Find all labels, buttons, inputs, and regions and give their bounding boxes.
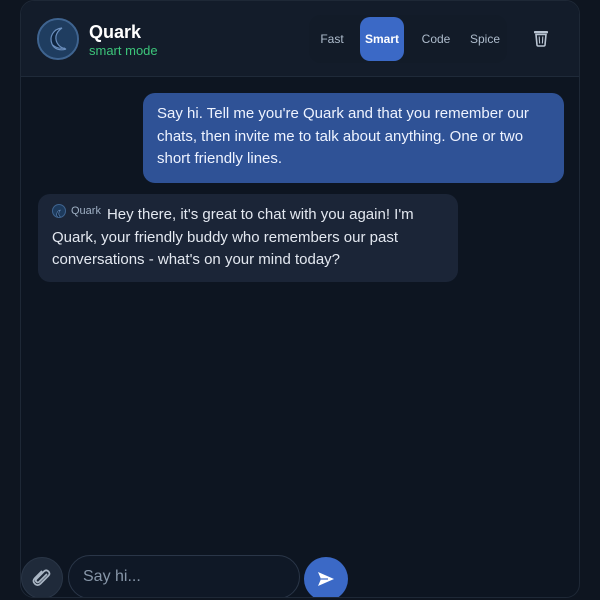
quark-avatar (37, 18, 79, 60)
attach-button[interactable] (21, 557, 63, 597)
tab-code[interactable]: Code (413, 17, 459, 61)
app-title: Quark (89, 22, 142, 42)
mode-subtitle: smart mode (89, 43, 158, 58)
user-message-text: Say hi. Tell me you're Quark and that yo… (157, 105, 529, 167)
user-message: Say hi. Tell me you're Quark and that yo… (143, 93, 564, 183)
assistant-message: Quark Hey there, it's great to chat with… (38, 194, 458, 282)
send-button[interactable] (304, 557, 348, 597)
trash-icon (534, 31, 548, 47)
tab-fast[interactable]: Fast (309, 17, 355, 61)
moon-icon (52, 204, 66, 218)
tab-spice[interactable]: Spice (462, 17, 508, 61)
chat-window: Quark smart mode Fast Smart Code Spice S… (20, 0, 580, 598)
paperclip-icon (32, 569, 51, 587)
send-icon (318, 572, 334, 586)
assistant-message-text: Hey there, it's great to chat with you a… (52, 206, 414, 268)
assistant-name: Quark (71, 205, 101, 217)
mode-selector: Fast Smart Code Spice (309, 15, 507, 63)
tab-smart[interactable]: Smart (360, 17, 404, 61)
chat-header: Quark smart mode Fast Smart Code Spice (21, 1, 579, 77)
clear-chat-button[interactable] (533, 29, 549, 47)
assistant-tag: Quark (52, 204, 101, 218)
message-input[interactable] (68, 555, 300, 597)
moon-icon (39, 20, 77, 58)
